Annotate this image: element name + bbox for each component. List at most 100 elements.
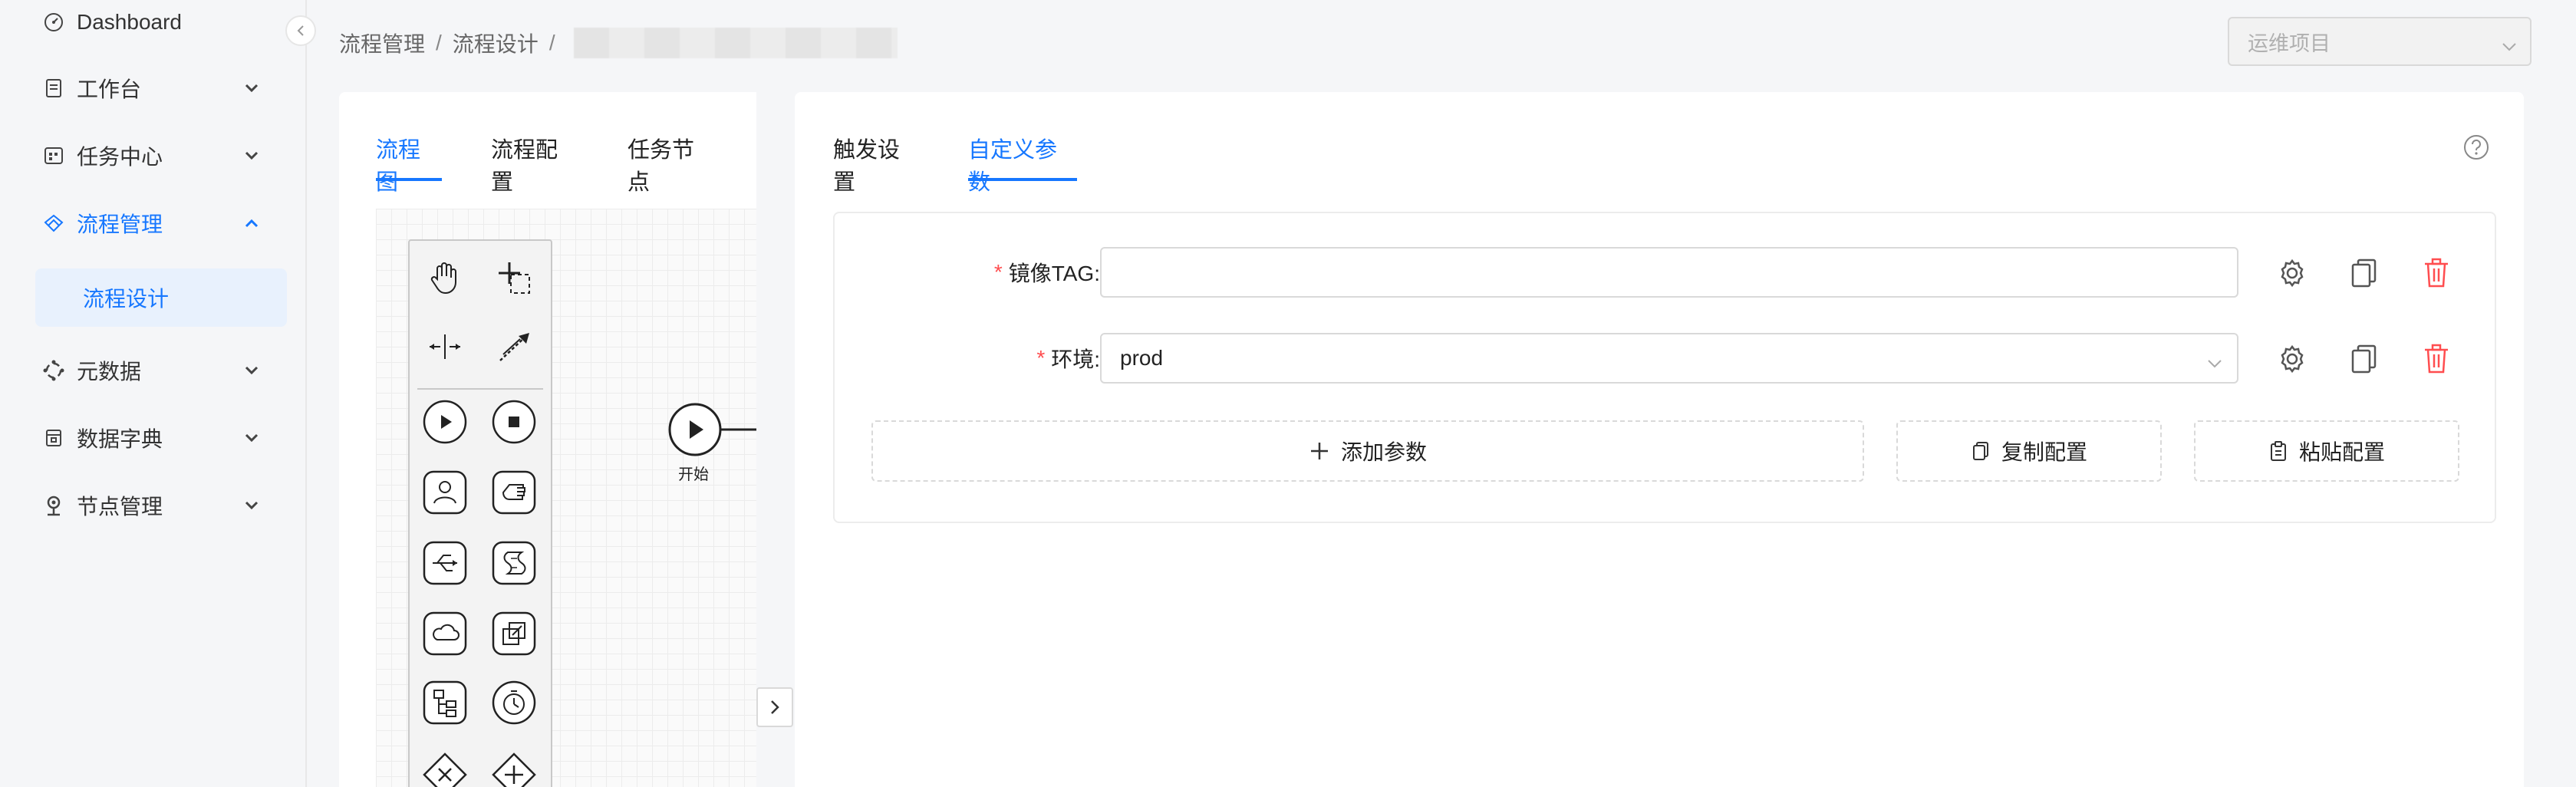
node-palette [408,239,552,787]
image-tag-input[interactable] [1100,247,2238,298]
param-row: * 环境: prod [835,333,2498,384]
paste-config-label: 粘贴配置 [2298,440,2385,464]
chevron-down-icon [242,361,261,380]
sidebar-collapse-button[interactable] [285,15,316,46]
document-icon [41,76,66,100]
tab-trigger-settings[interactable]: 触发设置 [833,132,921,195]
copy-button[interactable] [2346,341,2383,377]
copy-icon [1972,442,1988,460]
settings-button[interactable] [2274,341,2311,377]
lasso-select-icon[interactable] [491,255,537,301]
sidebar-item-workbench[interactable]: 工作台 [0,61,307,115]
copy-button[interactable] [2346,255,2383,291]
breadcrumb-item[interactable]: 流程管理 [339,28,425,58]
tab-flow-chart[interactable]: 流程图 [376,132,442,195]
copy-config-button[interactable]: 复制配置 [1896,420,2162,482]
param-label-text: 镜像TAG: [1008,262,1100,285]
call-activity-icon[interactable] [422,680,468,726]
delete-button[interactable] [2418,341,2455,377]
script-task-icon[interactable] [491,540,537,586]
sidebar-item-label: 流程管理 [77,212,163,236]
required-mark: * [993,260,1003,284]
sidebar: Dashboard 工作台 任务中心 流程管理 流程设计 元数据 数据字典 节点… [0,0,307,787]
start-node-icon[interactable] [667,402,756,457]
sidebar-item-data-dictionary[interactable]: 数据字典 [0,411,307,465]
calendar-icon [41,143,66,168]
add-param-button[interactable]: 添加参数 [871,420,1864,482]
settings-button[interactable] [2274,255,2311,291]
properties-panel: 触发设置 自定义参数 * 镜像TAG: * 环境: prod 添加参数 复制配置… [795,92,2524,787]
chevron-down-icon [2206,350,2223,374]
add-param-label: 添加参数 [1340,440,1427,464]
tab-custom-params[interactable]: 自定义参数 [968,132,1077,195]
chevron-down-icon [242,79,261,97]
breadcrumb-separator: / [436,31,442,54]
custom-params-box: * 镜像TAG: * 环境: prod 添加参数 复制配置 粘贴配置 [833,212,2496,523]
dashboard-icon [41,10,66,35]
gear-icon [2281,258,2304,288]
sidebar-item-label: 数据字典 [77,427,163,451]
copy-icon [2351,258,2377,288]
environment-select[interactable]: prod [1100,333,2238,384]
manual-task-icon[interactable] [491,469,537,515]
layers-icon [41,211,66,235]
sidebar-item-label: 工作台 [77,77,142,101]
breadcrumb-redacted [573,28,898,58]
sidebar-subitem-process-design[interactable]: 流程设计 [35,268,287,327]
exclusive-gateway-icon[interactable] [422,752,468,787]
location-pin-icon [41,493,66,518]
chevron-down-icon [242,496,261,515]
required-mark: * [1036,346,1046,370]
sidebar-item-label: 元数据 [77,360,142,384]
project-select[interactable]: 运维项目 [2228,17,2532,66]
subprocess-icon[interactable] [491,611,537,657]
delete-button[interactable] [2418,255,2455,291]
hand-tool-icon[interactable] [422,255,468,301]
param-label: * 镜像TAG: [994,247,1100,298]
sidebar-item-process-management[interactable]: 流程管理 [0,196,307,250]
end-event-icon[interactable] [491,399,537,445]
service-task-icon[interactable] [422,540,468,586]
parallel-gateway-icon[interactable] [491,752,537,787]
sidebar-item-label: 节点管理 [77,495,163,519]
sidebar-item-metadata[interactable]: 元数据 [0,344,307,397]
trash-icon [2425,344,2448,374]
paste-config-button[interactable]: 粘贴配置 [2194,420,2459,482]
copy-icon [2351,344,2377,374]
start-event-icon[interactable] [422,399,468,445]
space-tool-icon[interactable] [422,324,468,370]
sidebar-item-dashboard[interactable]: Dashboard [0,0,307,49]
copy-config-label: 复制配置 [2001,440,2087,464]
breadcrumb-item[interactable]: 流程设计 [453,28,539,58]
project-select-value: 运维项目 [2248,31,2331,55]
metadata-icon [41,358,66,383]
help-icon[interactable] [2462,133,2490,165]
flow-editor-panel: 流程图 流程配置 任务节点 开始 [339,92,756,787]
paste-icon [2270,441,2286,461]
breadcrumb-separator: / [548,31,555,54]
tab-flow-config[interactable]: 流程配置 [491,132,578,195]
tab-task-nodes[interactable]: 任务节点 [628,132,715,195]
chevron-up-icon [242,214,261,232]
sidebar-item-node-management[interactable]: 节点管理 [0,479,307,532]
user-task-icon[interactable] [422,469,468,515]
breadcrumb: 流程管理 / 流程设计 / [339,28,898,58]
chevron-down-icon [242,147,261,165]
gear-icon [2281,344,2304,374]
sidebar-item-label: Dashboard [77,10,182,34]
environment-select-value: prod [1120,346,1164,370]
trash-icon [2425,258,2448,288]
expand-panel-button[interactable] [756,687,793,727]
chevron-down-icon [2501,34,2518,58]
chevron-down-icon [242,429,261,447]
start-node-label: 开始 [678,466,709,483]
connect-tool-icon[interactable] [491,324,537,370]
sidebar-item-task-center[interactable]: 任务中心 [0,129,307,183]
sidebar-item-label: 任务中心 [77,145,163,169]
flow-canvas[interactable]: 开始 [376,209,756,787]
database-icon [41,426,66,450]
cloud-task-icon[interactable] [422,611,468,657]
timer-event-icon[interactable] [491,680,537,726]
flow-editor-tabs: 流程图 流程配置 任务节点 [376,132,715,195]
param-label-text: 环境: [1051,347,1100,371]
